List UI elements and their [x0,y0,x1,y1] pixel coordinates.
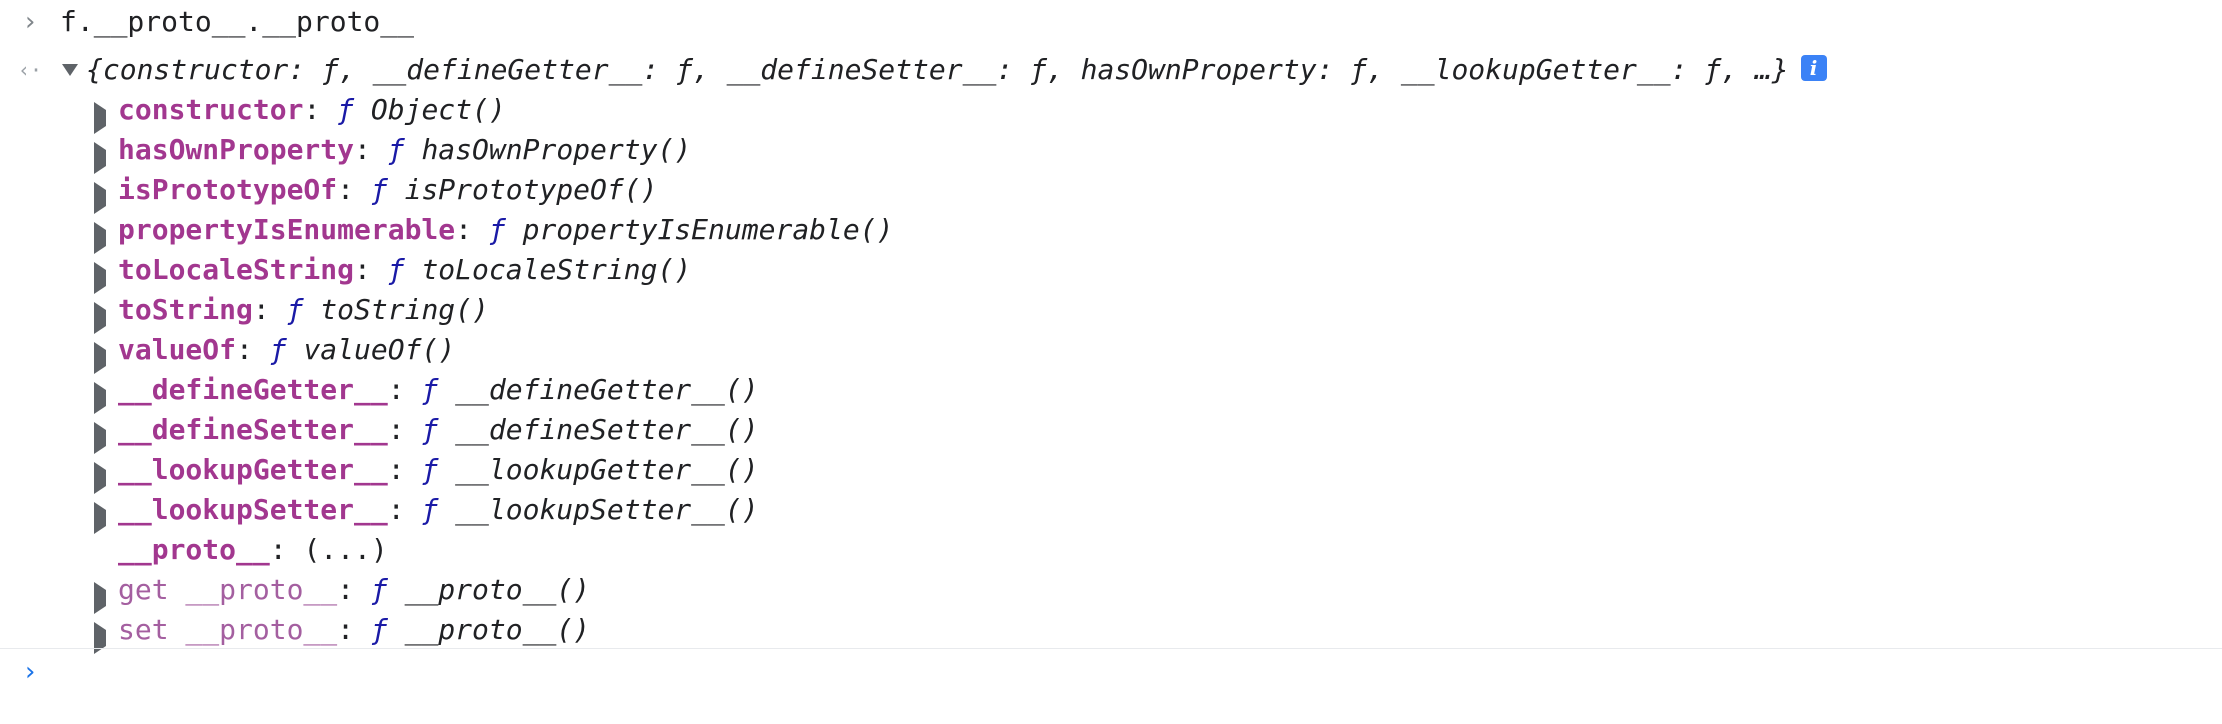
property-separator: : [252,293,287,326]
property-separator: : [387,413,422,446]
property-key: valueOf [118,333,237,366]
property-entry: __lookupGetter__: ƒ __lookupGetter__() [118,450,759,490]
function-symbol: ƒ [370,573,405,606]
result-arrow-icon: ‹· [18,58,43,82]
console-prompt[interactable]: › [0,652,2222,692]
function-symbol: ƒ [387,133,422,166]
property-entry: __proto__: (...) [118,530,388,570]
console-result-summary[interactable]: ‹· {constructor: ƒ, __defineGetter__: ƒ,… [0,50,2222,90]
property-separator: : [337,173,371,206]
devtools-console: › f.__proto__.__proto__ ‹· {constructor:… [0,0,2222,724]
property-row[interactable]: toString: ƒ toString() [0,290,2222,334]
property-separator: : [387,373,422,406]
property-key: toString [118,293,253,326]
property-separator: : [387,493,422,526]
function-symbol: ƒ [269,333,304,366]
property-value: toLocaleString() [421,253,692,286]
property-key: __proto__ [118,533,270,566]
console-divider [0,648,2222,649]
property-value: Object() [370,93,506,126]
property-row[interactable]: set __proto__: ƒ __proto__() [0,610,2222,654]
property-entry: get __proto__: ƒ __proto__() [118,570,590,610]
property-value: __lookupSetter__() [455,493,759,526]
property-entry: toLocaleString: ƒ toLocaleString() [118,250,691,290]
property-key: __lookupGetter__ [118,453,388,486]
lazy-value[interactable]: (...) [303,533,387,566]
property-key: __defineGetter__ [118,373,388,406]
console-input-entry: › f.__proto__.__proto__ [0,2,2222,42]
property-separator: : [337,613,371,646]
input-expression: f.__proto__.__proto__ [60,5,415,38]
property-row[interactable]: constructor: ƒ Object() [0,90,2222,134]
property-entry: __defineSetter__: ƒ __defineSetter__() [118,410,759,450]
property-value: __lookupGetter__() [455,453,759,486]
property-value: __proto__() [404,613,591,646]
prompt-chevron-icon: › [22,657,38,687]
object-summary-text: {constructor: ƒ, __defineGetter__: ƒ, __… [86,53,1789,86]
function-symbol: ƒ [421,413,456,446]
property-entry: constructor: ƒ Object() [118,90,506,130]
property-value: __defineSetter__() [455,413,759,446]
expand-triangle-icon[interactable] [62,64,78,76]
property-value: __defineGetter__() [455,373,759,406]
property-entry: __lookupSetter__: ƒ __lookupSetter__() [118,490,759,530]
property-key: __lookupSetter__ [118,493,388,526]
property-separator: : [269,533,304,566]
object-summary[interactable]: {constructor: ƒ, __defineGetter__: ƒ, __… [86,50,1827,90]
property-entry: hasOwnProperty: ƒ hasOwnProperty() [118,130,691,170]
property-row[interactable]: isPrototypeOf: ƒ isPrototypeOf() [0,170,2222,214]
property-key: constructor [118,93,304,126]
property-separator: : [387,453,422,486]
property-key: isPrototypeOf [118,173,338,206]
function-symbol: ƒ [370,173,405,206]
property-key: propertyIsEnumerable [118,213,456,246]
function-symbol: ƒ [421,493,456,526]
property-value: isPrototypeOf() [404,173,658,206]
property-separator: : [303,93,338,126]
property-entry: toString: ƒ toString() [118,290,489,330]
property-row[interactable]: valueOf: ƒ valueOf() [0,330,2222,374]
function-symbol: ƒ [370,613,405,646]
property-entry: isPrototypeOf: ƒ isPrototypeOf() [118,170,657,210]
property-entry: set __proto__: ƒ __proto__() [118,610,590,650]
property-key: set __proto__ [118,613,338,646]
property-key: toLocaleString [118,253,355,286]
property-entry: propertyIsEnumerable: ƒ propertyIsEnumer… [118,210,893,250]
property-key: hasOwnProperty [118,133,355,166]
property-row[interactable]: __proto__: (...) [0,530,2222,570]
property-value: hasOwnProperty() [421,133,692,166]
property-row[interactable]: __lookupGetter__: ƒ __lookupGetter__() [0,450,2222,494]
function-symbol: ƒ [387,253,422,286]
property-key: get __proto__ [118,573,338,606]
property-value: propertyIsEnumerable() [522,213,894,246]
input-chevron-icon: › [22,7,38,37]
property-entry: __defineGetter__: ƒ __defineGetter__() [118,370,759,410]
property-value: valueOf() [303,333,456,366]
info-icon[interactable]: i [1800,55,1827,81]
function-symbol: ƒ [286,293,321,326]
property-row[interactable]: toLocaleString: ƒ toLocaleString() [0,250,2222,294]
property-row[interactable]: __defineGetter__: ƒ __defineGetter__() [0,370,2222,414]
property-key: __defineSetter__ [118,413,388,446]
property-separator: : [455,213,489,246]
property-separator: : [236,333,270,366]
function-symbol: ƒ [421,373,456,406]
property-separator: : [354,253,388,286]
property-value: __proto__() [404,573,591,606]
function-symbol: ƒ [421,453,456,486]
function-symbol: ƒ [488,213,523,246]
property-row[interactable]: __lookupSetter__: ƒ __lookupSetter__() [0,490,2222,534]
property-row[interactable]: __defineSetter__: ƒ __defineSetter__() [0,410,2222,454]
property-separator: : [337,573,371,606]
function-symbol: ƒ [337,93,371,126]
property-row[interactable]: hasOwnProperty: ƒ hasOwnProperty() [0,130,2222,174]
property-row[interactable]: get __proto__: ƒ __proto__() [0,570,2222,614]
property-separator: : [354,133,388,166]
property-entry: valueOf: ƒ valueOf() [118,330,455,370]
property-value: toString() [320,293,489,326]
property-row[interactable]: propertyIsEnumerable: ƒ propertyIsEnumer… [0,210,2222,254]
